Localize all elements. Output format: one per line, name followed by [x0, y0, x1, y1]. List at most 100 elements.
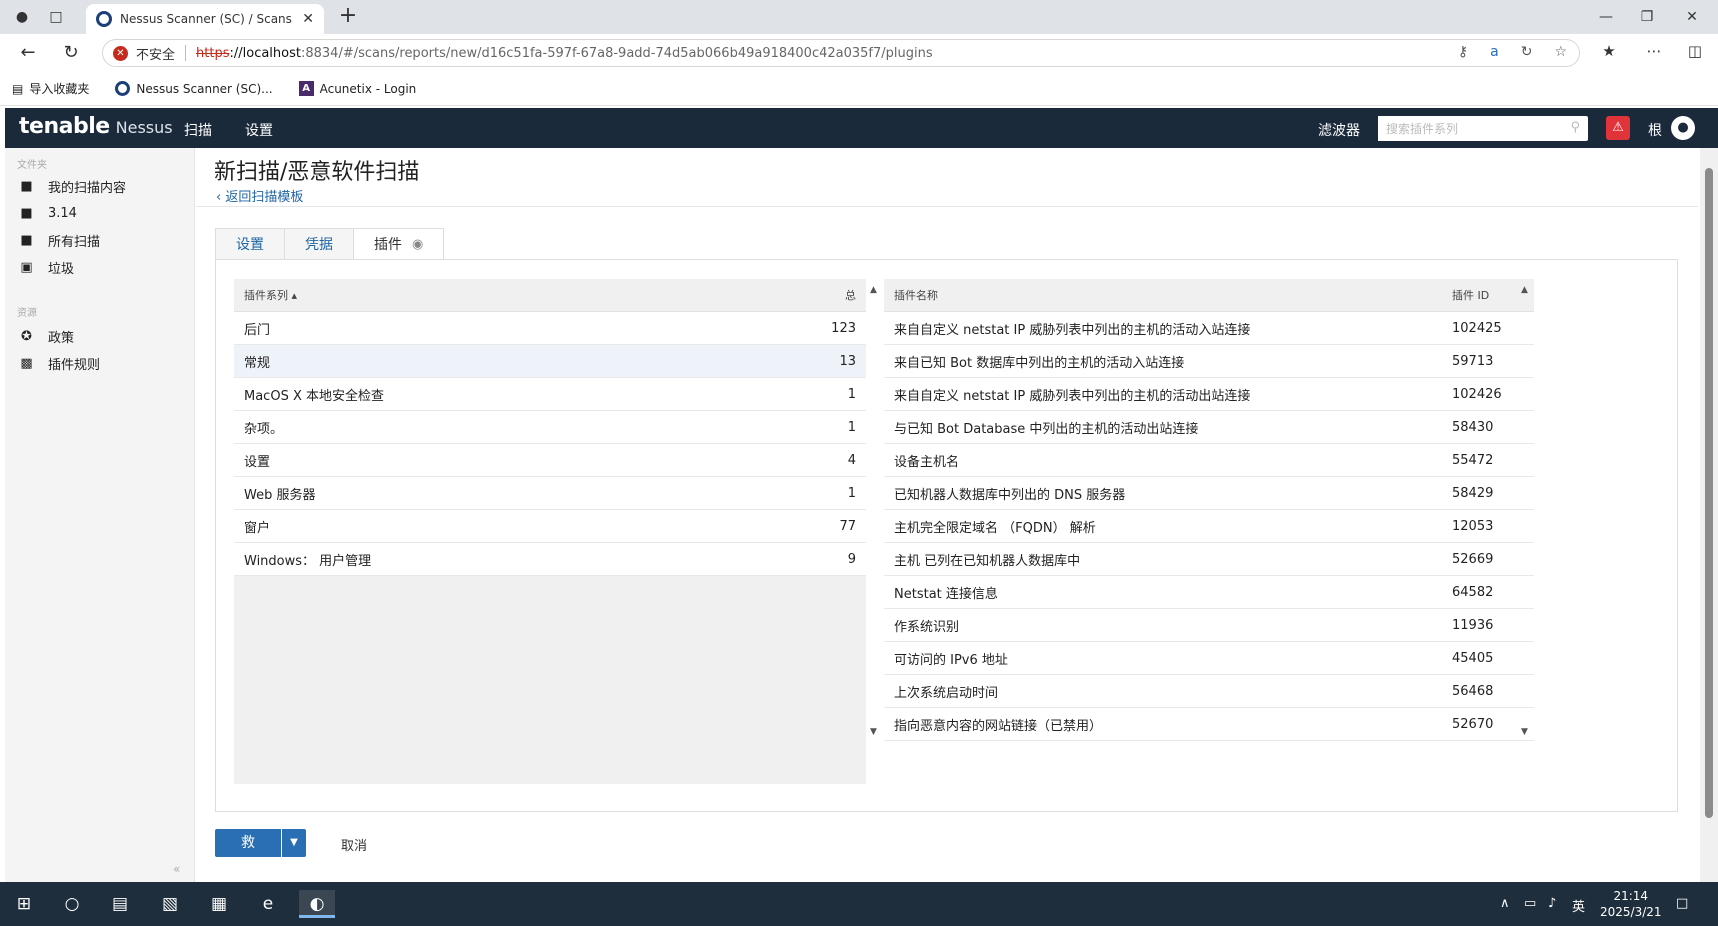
- tab-settings[interactable]: 设置: [215, 228, 284, 260]
- plugin-row[interactable]: 来自已知 Bot 数据库中列出的主机的活动入站连接 59713: [884, 345, 1534, 378]
- header-total[interactable]: 总: [786, 287, 866, 303]
- edge-browser-icon[interactable]: ◐: [299, 890, 335, 918]
- clock-time: 21:14: [1613, 889, 1649, 903]
- tab-credentials[interactable]: 凭据: [284, 228, 353, 260]
- search-icon[interactable]: ⚲: [1570, 120, 1580, 135]
- page-scrollbar-thumb[interactable]: [1705, 168, 1713, 818]
- sidebar-item-policies[interactable]: ✪ 政策: [19, 325, 189, 347]
- file-explorer-icon[interactable]: ▧: [152, 890, 188, 918]
- plugins-panel: 插件系列 ▴ 总 后门 123 常规 13 MacOS X 本地安全检查 1 杂项。 1 设置 4…: [215, 259, 1678, 812]
- plugin-row[interactable]: 主机 已列在已知机器人数据库中 52669: [884, 543, 1534, 576]
- scroll-up-arrow-icon[interactable]: ▲: [870, 285, 877, 295]
- tab-plugins[interactable]: 插件 ◉: [353, 228, 445, 260]
- family-total: 1: [847, 485, 856, 501]
- plugin-row[interactable]: 设备主机名 55472: [884, 444, 1534, 477]
- plugin-row[interactable]: Netstat 连接信息 64582: [884, 576, 1534, 609]
- sidebar-toggle-icon[interactable]: ◫: [1683, 42, 1707, 64]
- ie-edge-icon[interactable]: e: [250, 890, 286, 918]
- nav-scans[interactable]: 扫描: [184, 120, 212, 140]
- sidebar-item-plugin-rules[interactable]: ▩ 插件规则: [19, 352, 189, 374]
- notification-bell-icon[interactable]: ⚠: [1606, 116, 1630, 140]
- bookmark-nessus[interactable]: Nessus Scanner (SC)...: [115, 81, 273, 96]
- notifications-icon[interactable]: □: [1676, 896, 1688, 911]
- family-row[interactable]: MacOS X 本地安全检查 1: [234, 378, 866, 411]
- address-bar[interactable]: ✕ 不安全 https://localhost:8834/#/scans/rep…: [102, 39, 1580, 67]
- plugin-row[interactable]: 可访问的 IPv6 地址 45405: [884, 642, 1534, 675]
- tab-actions-icon[interactable]: □: [44, 6, 68, 28]
- favorite-star-icon[interactable]: ☆: [1554, 44, 1567, 60]
- new-tab-icon[interactable]: +: [336, 5, 360, 29]
- filter-button[interactable]: 滤波器: [1318, 120, 1360, 140]
- profile-icon[interactable]: ●: [10, 6, 34, 28]
- plugin-name: 作系统识别: [894, 619, 960, 635]
- family-total: 77: [839, 518, 856, 534]
- system-clock[interactable]: 21:14 2025/3/21: [1600, 888, 1662, 920]
- refresh-page-icon[interactable]: ↻: [1521, 44, 1533, 60]
- save-button[interactable]: 救: [215, 829, 281, 857]
- reload-icon[interactable]: ↻: [57, 41, 85, 65]
- sidebar-item-all-scans[interactable]: ■ 所有扫描: [19, 229, 189, 251]
- minimize-icon[interactable]: —: [1589, 5, 1623, 29]
- plugin-row[interactable]: 主机完全限定域名 （FQDN） 解析 12053: [884, 510, 1534, 543]
- tenable-logo[interactable]: tenable Nessus: [19, 114, 173, 139]
- app-icon[interactable]: ▦: [201, 890, 237, 918]
- tray-overflow-icon[interactable]: ∧: [1500, 896, 1510, 911]
- plugin-row[interactable]: 来自自定义 netstat IP 威胁列表中列出的主机的活动出站连接 102426: [884, 378, 1534, 411]
- plugin-row[interactable]: 已知机器人数据库中列出的 DNS 服务器 58429: [884, 477, 1534, 510]
- plugin-row[interactable]: 作系统识别 11936: [884, 609, 1534, 642]
- family-row[interactable]: 设置 4: [234, 444, 866, 477]
- window-close-icon[interactable]: ✕: [1675, 5, 1709, 29]
- family-row[interactable]: 常规 13: [234, 345, 866, 378]
- back-arrow-icon[interactable]: ←: [14, 41, 42, 65]
- save-options-caret-icon[interactable]: ▼: [282, 829, 306, 857]
- sidebar-item-3-14[interactable]: ■ 3.14: [19, 202, 189, 224]
- plugin-scroll-down-arrow-icon[interactable]: ▼: [1521, 727, 1528, 737]
- restore-icon[interactable]: ❐: [1630, 5, 1664, 29]
- back-to-templates-link[interactable]: ‹ 返回扫描模板: [216, 186, 303, 205]
- header-family[interactable]: 插件系列 ▴: [234, 287, 786, 303]
- plugin-row[interactable]: 上次系统启动时间 56468: [884, 675, 1534, 708]
- scroll-down-arrow-icon[interactable]: ▼: [870, 727, 877, 737]
- resources-section-title: 资源: [17, 308, 37, 319]
- family-row[interactable]: Windows： 用户管理 9: [234, 543, 866, 576]
- bookmark-import[interactable]: ▤ 导入收藏夹: [12, 80, 89, 97]
- sidebar-item-trash[interactable]: ▣ 垃圾: [19, 256, 189, 278]
- family-row[interactable]: 杂项。 1: [234, 411, 866, 444]
- key-icon[interactable]: ⚷: [1458, 44, 1468, 60]
- user-name[interactable]: 根: [1648, 120, 1662, 140]
- search-circle-icon[interactable]: ○: [54, 890, 90, 918]
- collapse-sidebar-icon[interactable]: «: [173, 862, 180, 876]
- bookmark-acunetix[interactable]: A Acunetix - Login: [298, 81, 416, 96]
- url-host: ://localhost: [229, 45, 301, 61]
- task-view-icon[interactable]: ▤: [102, 890, 138, 918]
- nav-settings[interactable]: 设置: [245, 120, 273, 140]
- family-row[interactable]: 窗户 77: [234, 510, 866, 543]
- eye-icon[interactable]: ◉: [412, 237, 423, 252]
- ime-indicator[interactable]: 英: [1572, 896, 1585, 915]
- windows-taskbar: ⊞ ○ ▤ ▧ ▦ e ◐ ∧ ▭ ♪ 英 21:14 2025/3/21 □: [0, 882, 1718, 926]
- volume-icon[interactable]: ♪: [1548, 896, 1556, 911]
- plugin-scroll-up-arrow-icon[interactable]: ▲: [1521, 285, 1528, 295]
- page-scrollbar[interactable]: [1700, 148, 1718, 882]
- windows-start-icon[interactable]: ⊞: [6, 890, 42, 918]
- url-scheme: https: [196, 45, 230, 61]
- header-plugin-name[interactable]: 插件名称: [884, 287, 1446, 303]
- user-avatar-icon[interactable]: ●: [1671, 116, 1695, 140]
- translate-icon[interactable]: a: [1490, 44, 1499, 60]
- family-row[interactable]: Web 服务器 1: [234, 477, 866, 510]
- family-row[interactable]: 后门 123: [234, 312, 866, 345]
- sidebar-item-label: 所有扫描: [48, 234, 101, 250]
- network-icon[interactable]: ▭: [1524, 896, 1536, 911]
- plugin-row[interactable]: 指向恶意内容的网站链接（已禁用） 52670: [884, 708, 1534, 741]
- tab-close-icon[interactable]: ✕: [302, 11, 314, 27]
- search-input[interactable]: [1378, 116, 1558, 141]
- browser-tab-active[interactable]: Nessus Scanner (SC) / Scans / Edit ✕: [86, 4, 324, 34]
- not-secure-icon: ✕: [113, 45, 128, 61]
- plugin-row[interactable]: 来自自定义 netstat IP 威胁列表中列出的主机的活动入站连接 102425: [884, 312, 1534, 345]
- plugin-row[interactable]: 与已知 Bot Database 中列出的主机的活动出站连接 58430: [884, 411, 1534, 444]
- favorites-icon[interactable]: ★: [1597, 42, 1621, 64]
- sort-ascending-icon: ▴: [291, 289, 298, 302]
- more-menu-icon[interactable]: ⋯: [1642, 42, 1666, 64]
- cancel-button[interactable]: 取消: [341, 835, 367, 854]
- sidebar-item-my-scans[interactable]: ■ 我的扫描内容: [19, 175, 189, 197]
